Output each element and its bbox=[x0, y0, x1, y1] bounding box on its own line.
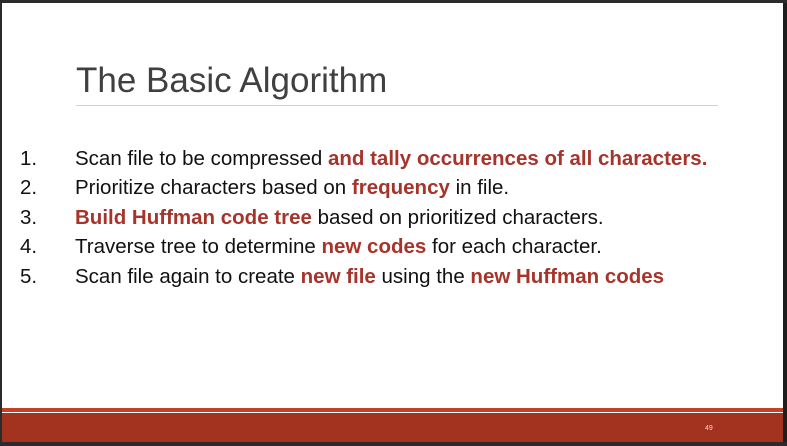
step-number: 2. bbox=[20, 176, 38, 200]
slide: The Basic Algorithm 1. Scan file to be c… bbox=[2, 3, 783, 442]
step-text-plain: Traverse tree to determine bbox=[75, 235, 322, 259]
step-text: Traverse tree to determine new codes for… bbox=[75, 232, 602, 261]
step-number: 4. bbox=[20, 235, 38, 259]
step-text-plain: using the bbox=[375, 264, 471, 288]
step-number: 1. bbox=[20, 147, 38, 170]
step-text-highlight: frequency bbox=[351, 176, 450, 200]
slide-title: The Basic Algorithm bbox=[76, 61, 388, 100]
slide-edge-shadow bbox=[783, 3, 787, 442]
slide-number: 49 bbox=[705, 425, 713, 432]
step-text-highlight: new Huffman codes bbox=[470, 264, 665, 288]
footer-bar bbox=[2, 413, 783, 442]
title-divider bbox=[76, 105, 718, 106]
step-text-highlight: new codes bbox=[321, 235, 427, 259]
step-text: Prioritize characters based on frequency… bbox=[75, 173, 509, 202]
step-text-plain: based on prioritized characters. bbox=[311, 205, 604, 229]
step-text-plain: Scan file to be compressed bbox=[75, 147, 328, 170]
step-text-highlight: Build Huffman code tree bbox=[75, 205, 312, 229]
step-text-plain: for each character. bbox=[426, 235, 602, 259]
step-text: Scan file again to create new file using… bbox=[75, 262, 664, 291]
step-text: Scan file to be compressed and tally occ… bbox=[75, 144, 707, 173]
step-number: 5. bbox=[20, 264, 38, 288]
step-text-plain: Scan file again to create bbox=[75, 264, 301, 288]
step-text-plain: in file. bbox=[449, 176, 510, 200]
step-text: Build Huffman code tree based on priorit… bbox=[75, 203, 604, 232]
footer-accent-line bbox=[2, 408, 783, 412]
step-number: 3. bbox=[20, 205, 38, 229]
step-text-plain: Prioritize characters based on bbox=[75, 176, 352, 200]
step-text-highlight: new file bbox=[300, 264, 376, 288]
step-text-highlight: and tally occurrences of all characters. bbox=[327, 147, 708, 170]
